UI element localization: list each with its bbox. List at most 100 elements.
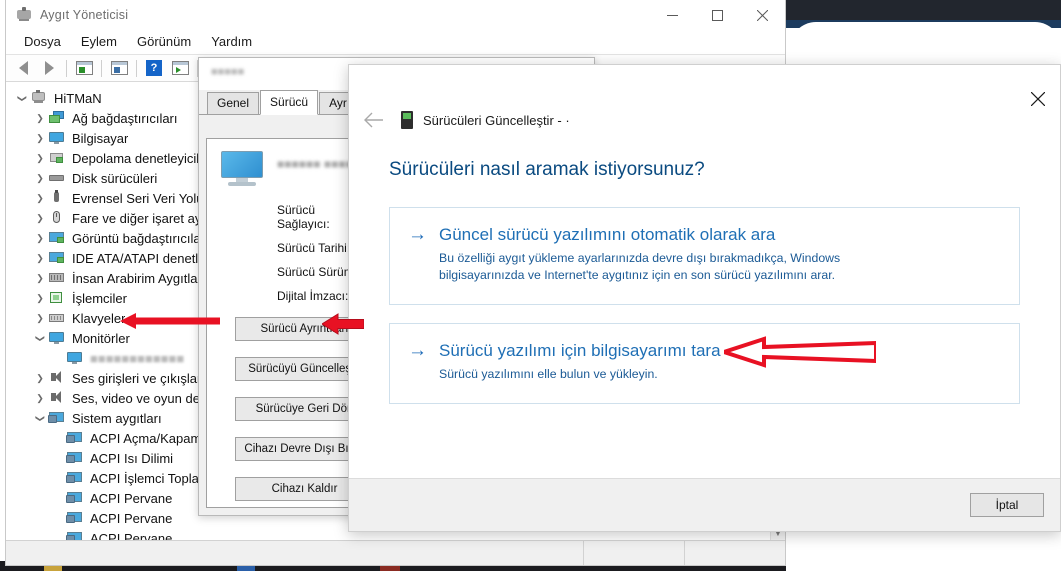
- tree-indent-spacer: ❯: [50, 353, 66, 364]
- option-desc-line-1: Sürücü yazılımını elle bulun ve yükleyin…: [439, 367, 658, 381]
- system-device-icon: [66, 430, 84, 446]
- chevron-right-icon[interactable]: ❯: [32, 113, 48, 124]
- wizard-title: Sürücüleri Güncelleştir - ·: [423, 112, 570, 128]
- tree-indent-spacer: ❯: [50, 453, 66, 464]
- monitor-icon: [221, 151, 263, 187]
- device-manager-titlebar[interactable]: Aygıt Yöneticisi: [6, 0, 785, 30]
- help-icon[interactable]: ?: [141, 57, 167, 79]
- audio-io-icon: [48, 370, 66, 386]
- option-desc-line-2: bilgisayarınızda ve Internet'te aygıtını…: [439, 268, 836, 282]
- toolbar-separator: [136, 59, 137, 77]
- chevron-right-icon[interactable]: ❯: [32, 373, 48, 384]
- system-devices-icon: [48, 410, 66, 426]
- window-controls: [650, 0, 785, 30]
- update-driver-icon[interactable]: [106, 57, 132, 79]
- minimize-icon[interactable]: [650, 0, 695, 30]
- tree-item-label: ACPI Pervane: [90, 510, 173, 526]
- menu-item-gorunum[interactable]: Görünüm: [127, 32, 201, 52]
- chevron-right-icon[interactable]: ❯: [32, 193, 48, 204]
- keyboards-icon: [48, 310, 66, 326]
- tree-item-label: ACPI Isı Dilimi: [90, 450, 174, 466]
- wizard-main: Sürücüleri nasıl aramak istiyorsunuz? → …: [349, 135, 1060, 478]
- tree-item-label: Görüntü bağdaştırıcıları: [72, 230, 209, 246]
- wizard-question: Sürücüleri nasıl aramak istiyorsunuz?: [389, 159, 705, 180]
- tree-item-label: Ses girişleri ve çıkışları: [72, 370, 205, 386]
- display-adapters-icon: [48, 230, 66, 246]
- tree-item-label: Monitörler: [72, 330, 130, 346]
- toolbar-separator: [101, 59, 102, 77]
- chevron-right-icon[interactable]: ❯: [32, 313, 48, 324]
- status-bar: [6, 540, 785, 565]
- update-driver-wizard: Sürücüleri Güncelleştir - · Sürücüleri n…: [348, 64, 1061, 532]
- wizard-titlebar[interactable]: [349, 65, 1060, 106]
- back-arrow-icon[interactable]: [10, 57, 36, 79]
- tree-item-label: Ağ bağdaştırıcıları: [72, 110, 178, 126]
- close-icon[interactable]: [1020, 85, 1056, 113]
- system-device-icon: [66, 510, 84, 526]
- chevron-down-icon[interactable]: ❯: [35, 330, 46, 346]
- chevron-right-icon[interactable]: ❯: [32, 393, 48, 404]
- chevron-down-icon[interactable]: ❯: [17, 90, 28, 106]
- tree-item-label: Depolama denetleyicileri: [72, 150, 214, 166]
- chevron-right-icon[interactable]: ❯: [32, 233, 48, 244]
- back-arrow-icon[interactable]: [359, 105, 389, 135]
- tree-item-label: HiTMaN: [54, 90, 102, 106]
- properties-icon[interactable]: [71, 57, 97, 79]
- tree-item-label: İşlemciler: [72, 290, 127, 306]
- option-desc-line-1: Bu özelliği aygıt yükleme ayarlarınızda …: [439, 251, 841, 265]
- device-manager-icon: [16, 7, 32, 23]
- tree-item-label: Bilgisayar: [72, 130, 129, 146]
- disk-drives-icon: [48, 170, 66, 186]
- status-bar-cell-2: [583, 541, 684, 565]
- tree-item-label: ACPI İşlemci Toplayı: [90, 470, 209, 486]
- system-device-icon: [66, 450, 84, 466]
- mouse-icon: [48, 210, 66, 226]
- status-bar-main: [6, 541, 583, 565]
- tree-item-label: Disk sürücüleri: [72, 170, 158, 186]
- tree-indent-spacer: ❯: [50, 513, 66, 524]
- option-title: Güncel sürücü yazılımını otomatik olarak…: [439, 225, 776, 244]
- arrow-right-icon: →: [408, 224, 427, 245]
- monitors-icon: [48, 330, 66, 346]
- chevron-right-icon[interactable]: ❯: [32, 253, 48, 264]
- chevron-right-icon[interactable]: ❯: [32, 133, 48, 144]
- device-icon: [401, 111, 413, 129]
- tree-item-label: ■■■■■■■■■■■■: [90, 350, 185, 366]
- wizard-footer: İptal: [349, 478, 1060, 531]
- network-adapters-icon: [48, 110, 66, 126]
- tab-genel[interactable]: Genel: [207, 92, 260, 114]
- cancel-button[interactable]: İptal: [970, 493, 1044, 517]
- tab-surucu[interactable]: Sürücü: [260, 90, 319, 115]
- maximize-icon[interactable]: [695, 0, 740, 30]
- tree-indent-spacer: ❯: [50, 473, 66, 484]
- tree-item-label: Sistem aygıtları: [72, 410, 162, 426]
- tree-item-label: ACPI Pervane: [90, 530, 173, 541]
- forward-arrow-icon[interactable]: [36, 57, 62, 79]
- properties-title: ■■■■■: [211, 66, 245, 78]
- chevron-right-icon[interactable]: ❯: [32, 293, 48, 304]
- chevron-right-icon[interactable]: ❯: [32, 273, 48, 284]
- monitor-device-icon: [66, 350, 84, 366]
- processors-icon: [48, 290, 66, 306]
- menu-item-yardim[interactable]: Yardım: [201, 32, 262, 52]
- menu-item-eylem[interactable]: Eylem: [71, 32, 127, 52]
- tree-indent-spacer: ❯: [50, 433, 66, 444]
- menu-item-dosya[interactable]: Dosya: [14, 32, 71, 52]
- scan-hardware-icon[interactable]: [167, 57, 193, 79]
- chevron-right-icon[interactable]: ❯: [32, 173, 48, 184]
- menu-bar: Dosya Eylem Görünüm Yardım: [6, 30, 785, 54]
- status-bar-cell-3: [684, 541, 785, 565]
- computer-root-icon: [30, 90, 48, 106]
- close-icon[interactable]: [740, 0, 785, 30]
- tree-item-label: Fare ve diğer işaret aygıt: [72, 210, 216, 226]
- tree-indent-spacer: ❯: [50, 533, 66, 541]
- ide-controllers-icon: [48, 250, 66, 266]
- background-app-titlebar: [786, 0, 1061, 22]
- option-browse-my-computer[interactable]: → Sürücü yazılımı için bilgisayarımı tar…: [389, 323, 1020, 404]
- chevron-down-icon[interactable]: ❯: [35, 410, 46, 426]
- chevron-right-icon[interactable]: ❯: [32, 153, 48, 164]
- option-search-automatically[interactable]: → Güncel sürücü yazılımını otomatik olar…: [389, 207, 1020, 305]
- computer-icon: [48, 130, 66, 146]
- system-device-icon: [66, 530, 84, 540]
- chevron-right-icon[interactable]: ❯: [32, 213, 48, 224]
